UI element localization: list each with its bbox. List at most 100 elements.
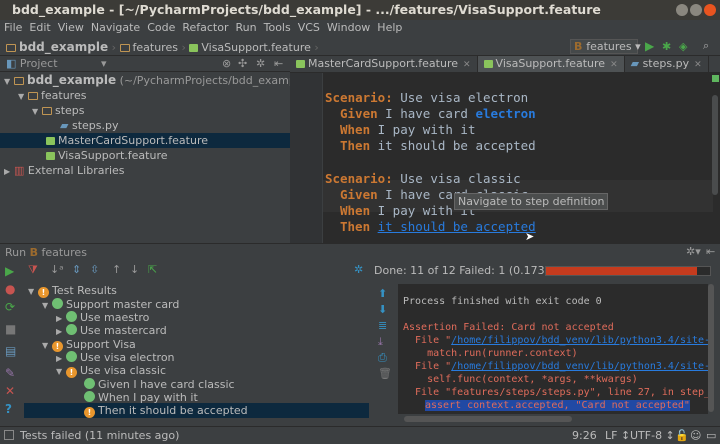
menu-code[interactable]: Code xyxy=(147,21,175,34)
gutter xyxy=(290,73,323,243)
minimize-button[interactable] xyxy=(676,4,688,16)
result-root[interactable]: ▼!Test Results xyxy=(28,283,117,298)
menu-refactor[interactable]: Refactor xyxy=(182,21,228,34)
close-tab-icon: ✕ xyxy=(463,60,471,70)
traceback-link[interactable]: /home/filippov/bdd_venv/lib/python3.4/si… xyxy=(451,335,708,346)
code-line: Scenario: Use visa classic xyxy=(325,171,521,186)
toggle-auto-test-icon[interactable]: ⟳ xyxy=(5,300,15,314)
run-icon[interactable]: ▶ xyxy=(645,39,654,53)
progress-bar xyxy=(545,266,711,276)
next-icon[interactable]: ↓ xyxy=(130,263,139,276)
tree-item-steps-py[interactable]: ▰ steps.py xyxy=(60,118,118,133)
search-icon[interactable]: ⌕ xyxy=(703,39,709,53)
print-icon[interactable]: ⎙ xyxy=(378,350,390,366)
layout-icon[interactable]: ▤ xyxy=(5,344,16,358)
menu-file[interactable]: File xyxy=(4,21,22,34)
tree-item-root[interactable]: ▼bdd_example (~/PycharmProjects/bdd_exam… xyxy=(4,73,310,88)
tab-visa[interactable]: VisaSupport.feature✕ xyxy=(478,56,625,72)
sort-icon[interactable]: ↓ᵃ xyxy=(50,263,64,276)
result-scenario[interactable]: ▼!Use visa classic xyxy=(56,363,166,378)
menu-view[interactable]: View xyxy=(58,21,84,34)
maximize-button[interactable] xyxy=(690,4,702,16)
console-vscrollbar[interactable] xyxy=(708,284,714,412)
close-icon[interactable]: ✕ xyxy=(5,384,15,398)
filter-icon[interactable]: ⧩ xyxy=(28,263,38,277)
hide-icon[interactable]: ⇤ xyxy=(706,245,715,258)
progress-text: Done: 11 of 12 Failed: 1 (0.173... xyxy=(374,264,555,277)
sync-icon[interactable]: ⊗ xyxy=(222,57,231,70)
run-config-label: features xyxy=(586,40,631,53)
tree-item-visa[interactable]: VisaSupport.feature xyxy=(46,148,168,163)
folder-icon xyxy=(120,44,130,52)
menu-navigate[interactable]: Navigate xyxy=(91,21,140,34)
scroll-end-icon[interactable]: ⤓ xyxy=(378,334,390,350)
soft-wrap-icon[interactable]: ≣ xyxy=(378,318,390,334)
tree-item-external-libraries[interactable]: ▶▥ External Libraries xyxy=(4,163,125,178)
menu-tools[interactable]: Tools xyxy=(264,21,291,34)
menu-vcs[interactable]: VCS xyxy=(298,21,320,34)
previous-icon[interactable]: ↑ xyxy=(112,263,121,276)
console-hscrollbar[interactable] xyxy=(404,416,572,422)
close-button[interactable] xyxy=(704,4,716,16)
rerun-icon[interactable]: ▶ xyxy=(5,264,14,278)
traceback-link[interactable]: /home/filippov/bdd_venv/lib/python3.4/si… xyxy=(451,361,708,372)
tree-item-mastercard[interactable]: MasterCardSupport.feature xyxy=(0,133,290,148)
collapse-icon[interactable]: ✣ xyxy=(238,57,247,70)
export-icon[interactable]: ⇱ xyxy=(148,263,157,276)
editor-scrollbar[interactable] xyxy=(712,95,718,195)
folder-icon xyxy=(6,44,16,52)
event-log-icon[interactable]: ▭ xyxy=(706,429,716,442)
test-results-tree: ▼!Test Results ▼Support master card ▶Use… xyxy=(24,282,369,422)
step-link[interactable]: it should be accepted xyxy=(378,219,536,234)
result-step-selected[interactable]: !Then it should be accepted xyxy=(24,403,369,418)
stop-icon[interactable]: ■ xyxy=(5,322,16,336)
menu-bar: File Edit View Navigate Code Refactor Run Tools… xyxy=(0,20,720,38)
coverage-icon[interactable]: ◈ xyxy=(679,40,687,53)
collapse-all-icon[interactable]: ⇳ xyxy=(90,263,99,276)
menu-edit[interactable]: Edit xyxy=(29,21,50,34)
code-line: When I pay with it xyxy=(340,122,475,137)
gear-icon[interactable]: ✲ xyxy=(354,263,363,276)
menu-help[interactable]: Help xyxy=(377,21,402,34)
gear-icon[interactable]: ✲▾ xyxy=(686,245,701,258)
breadcrumb-features[interactable]: features xyxy=(133,41,178,54)
lock-icon[interactable]: 🔓 xyxy=(675,429,689,442)
down-icon[interactable]: ⬇ xyxy=(378,302,390,318)
breadcrumb-project[interactable]: bdd_example xyxy=(19,40,108,54)
breadcrumb-file[interactable]: VisaSupport.feature xyxy=(201,41,311,54)
help-icon[interactable]: ? xyxy=(5,402,12,416)
project-view-select[interactable]: Project xyxy=(20,57,58,70)
rerun-failed-icon[interactable]: ● xyxy=(5,282,15,296)
tab-steps[interactable]: ▰ steps.py✕ xyxy=(625,56,709,72)
debug-icon[interactable]: ✱ xyxy=(662,40,671,53)
caret-position[interactable]: 9:26 xyxy=(572,429,597,442)
tree-item-features[interactable]: ▼features xyxy=(18,88,86,103)
console-output[interactable]: Process finished with exit code 0 Assert… xyxy=(398,284,708,414)
pin-icon[interactable]: ✎ xyxy=(5,366,15,380)
code-line: Given I have card electron xyxy=(340,106,536,121)
trash-icon[interactable]: 🗑 xyxy=(378,366,390,382)
gear-icon[interactable]: ✲ xyxy=(256,57,265,70)
tab-mastercard[interactable]: MasterCardSupport.feature✕ xyxy=(290,56,478,72)
result-scenario[interactable]: ▶Use mastercard xyxy=(56,323,167,338)
up-icon[interactable]: ⬆ xyxy=(378,286,390,302)
project-tree: ▼bdd_example (~/PycharmProjects/bdd_exam… xyxy=(0,72,290,242)
run-sidebar: ▶ ● ⟳ ■ ▤ ✎ ✕ ? xyxy=(0,260,22,426)
tree-item-steps[interactable]: ▼steps xyxy=(32,103,85,118)
code-editor[interactable]: Scenario: Use visa electron Given I have… xyxy=(290,73,720,243)
window-title: bdd_example - [~/PycharmProjects/bdd_exa… xyxy=(0,0,720,20)
code-line: Scenario: Use visa electron xyxy=(325,90,528,105)
run-config-select[interactable]: B features ▾ xyxy=(570,39,638,54)
code-line: Then it should be accepted xyxy=(340,138,536,153)
hide-icon[interactable]: ⇤ xyxy=(274,57,283,70)
line-separator[interactable]: LF ↕ xyxy=(605,429,630,442)
status-bar: Tests failed (11 minutes ago) 9:26 LF ↕ … xyxy=(0,426,720,444)
menu-run[interactable]: Run xyxy=(236,21,257,34)
inspector-icon[interactable]: ☺ xyxy=(690,429,701,442)
menu-window[interactable]: Window xyxy=(327,21,370,34)
project-panel-header: ◧ Project ▾ ⊗ ✣ ✲ ⇤ xyxy=(0,56,290,72)
toggle-panels-icon[interactable] xyxy=(4,430,14,440)
mouse-cursor-icon: ➤ xyxy=(525,230,534,243)
expand-all-icon[interactable]: ⇕ xyxy=(72,263,81,276)
encoding[interactable]: UTF-8 ↕ xyxy=(630,429,675,442)
